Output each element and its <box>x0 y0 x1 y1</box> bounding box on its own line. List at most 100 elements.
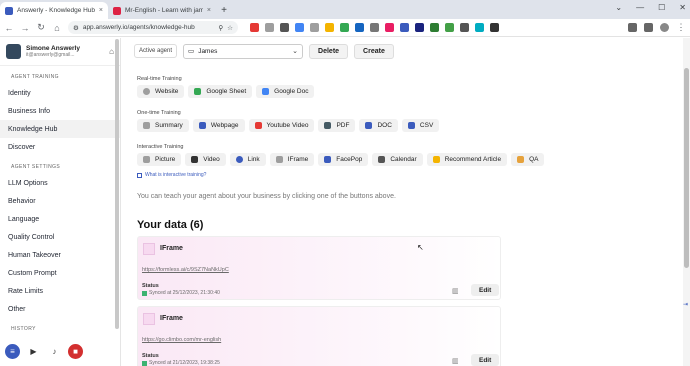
card-url[interactable]: https://go.climbo.com/mr-english <box>142 337 221 343</box>
extension-icon[interactable] <box>490 23 499 32</box>
new-tab-button[interactable]: + <box>216 2 232 19</box>
qa-button[interactable]: QA <box>511 153 545 166</box>
card-url[interactable]: https://formless.ai/c/9SZ7NaNkUpC <box>142 267 229 273</box>
scroll-thumb[interactable] <box>684 68 689 268</box>
link-button[interactable]: Link <box>229 153 266 166</box>
sidebar-item-discover[interactable]: Discover <box>0 138 120 156</box>
google-doc-button[interactable]: Google Doc <box>256 85 315 98</box>
extension-icon[interactable] <box>445 23 454 32</box>
maximize-icon[interactable]: ☐ <box>658 3 665 12</box>
extension-icon[interactable] <box>325 23 334 32</box>
extension-icon[interactable] <box>265 23 274 32</box>
picture-button[interactable]: Picture <box>137 153 182 166</box>
trash-icon[interactable]: ▥ <box>452 287 459 295</box>
bookmark-star-icon[interactable]: ☆ <box>227 24 233 32</box>
video-button[interactable]: Video <box>185 153 226 166</box>
trash-icon[interactable]: ▥ <box>452 357 459 365</box>
extension-icon[interactable] <box>460 23 469 32</box>
extension-icon[interactable] <box>310 23 319 32</box>
sidebar: Simone Answerly it@answerly@gmail... ⌂ A… <box>0 38 121 366</box>
window-controls: ⌄ — ☐ ✕ <box>615 3 686 12</box>
sidebar-item-human-takeover[interactable]: Human Takeover <box>0 246 120 264</box>
sidebar-item-identity[interactable]: Identity <box>0 84 120 102</box>
website-button[interactable]: Website <box>137 85 185 98</box>
close-tab-icon[interactable]: × <box>207 7 211 14</box>
sidebar-item-business-info[interactable]: Business Info <box>0 102 120 120</box>
iframe-button[interactable]: IFrame <box>269 153 315 166</box>
create-button[interactable]: Create <box>354 43 394 59</box>
what-is-interactive-training-link[interactable]: What is interactive training? <box>137 172 206 178</box>
webpage-icon <box>198 122 206 129</box>
webpage-button[interactable]: Webpage <box>192 119 245 132</box>
extension-icon[interactable] <box>280 23 289 32</box>
tab-search-icon[interactable]: ⌄ <box>615 3 622 12</box>
sidebar-scrollbar[interactable] <box>115 39 119 329</box>
address-bar[interactable]: ⚙ app.answerly.io/agents/knowledge-hub ⚲… <box>68 21 238 34</box>
edit-button[interactable]: Edit <box>471 284 500 296</box>
record-stop-icon[interactable]: ■ <box>68 344 83 359</box>
sidebar-item-quality-control[interactable]: Quality Control <box>0 228 120 246</box>
microphone-icon[interactable]: ♪ <box>47 344 62 359</box>
profile-avatar-icon[interactable] <box>660 23 669 32</box>
extension-icon[interactable] <box>250 23 259 32</box>
extension-icon[interactable] <box>400 23 409 32</box>
home-icon[interactable]: ⌂ <box>52 23 62 33</box>
sidebar-item-knowledge-hub[interactable]: Knowledge Hub <box>0 120 120 138</box>
back-icon[interactable]: ← <box>4 23 14 33</box>
section-history: HISTORY <box>11 326 36 332</box>
user-profile[interactable]: Simone Answerly it@answerly@gmail... ⌂ <box>0 38 120 66</box>
delete-button[interactable]: Delete <box>309 43 349 59</box>
close-tab-icon[interactable]: × <box>99 7 103 14</box>
sidebar-item-llm-options[interactable]: LLM Options <box>0 174 120 192</box>
extension-icon[interactable] <box>385 23 394 32</box>
sidebar-item-custom-prompt[interactable]: Custom Prompt <box>0 264 120 282</box>
link-icon <box>235 156 243 163</box>
extension-icon[interactable] <box>415 23 424 32</box>
check-icon <box>142 290 147 296</box>
extension-icon[interactable] <box>340 23 349 32</box>
side-panel-toggle-icon[interactable]: ⇥ <box>683 301 690 308</box>
close-window-icon[interactable]: ✕ <box>679 3 686 12</box>
site-info-icon[interactable]: ⚙ <box>73 24 79 32</box>
zoom-icon[interactable]: ⚲ <box>218 24 223 32</box>
extension-icon[interactable] <box>475 23 484 32</box>
edit-button[interactable]: Edit <box>471 354 500 366</box>
google-sheet-button[interactable]: Google Sheet <box>188 85 253 98</box>
chat-widget-icon[interactable]: ≡ <box>5 344 20 359</box>
browser-menu-icon[interactable]: ⋮ <box>676 22 686 33</box>
side-panel-icon[interactable] <box>628 23 637 32</box>
chip-label: Video <box>203 156 220 163</box>
doc-button[interactable]: DOC <box>359 119 398 132</box>
facepop-button[interactable]: FacePop <box>318 153 369 166</box>
link-text: What is interactive training? <box>145 172 207 178</box>
download-icon[interactable] <box>644 23 653 32</box>
chip-label: Youtube Video <box>266 122 309 129</box>
agent-avatar-icon: ▭ <box>188 48 195 55</box>
sidebar-item-other[interactable]: Other <box>0 300 120 318</box>
onetime-training-group: One-time Training Summary Webpage Youtub… <box>137 110 440 132</box>
csv-button[interactable]: CSV <box>401 119 440 132</box>
sidebar-item-language[interactable]: Language <box>0 210 120 228</box>
extension-icon[interactable] <box>430 23 439 32</box>
card-title: IFrame <box>160 245 183 252</box>
tab-mr-english[interactable]: Mr-English - Learn with james × <box>108 2 216 19</box>
video-camera-icon[interactable]: ▶ <box>26 344 41 359</box>
youtube-video-button[interactable]: Youtube Video <box>248 119 315 132</box>
sidebar-item-behavior[interactable]: Behavior <box>0 192 120 210</box>
forward-icon[interactable]: → <box>20 23 30 33</box>
main-scrollbar[interactable] <box>683 38 690 366</box>
tab-knowledge-hub[interactable]: Answerly - Knowledge Hub × <box>0 2 108 19</box>
calendar-button[interactable]: Calendar <box>372 153 423 166</box>
summary-button[interactable]: Summary <box>137 119 189 132</box>
sidebar-item-rate-limits[interactable]: Rate Limits <box>0 282 120 300</box>
extension-icon[interactable] <box>355 23 364 32</box>
reload-icon[interactable]: ↻ <box>36 22 46 33</box>
answerly-icon <box>5 6 13 15</box>
minimize-icon[interactable]: — <box>636 3 644 12</box>
extension-icon[interactable] <box>295 23 304 32</box>
extension-icon[interactable] <box>370 23 379 32</box>
recommend-article-button[interactable]: Recommend Article <box>426 153 508 166</box>
agent-select[interactable]: ▭ James ⌄ <box>183 43 304 59</box>
home-icon[interactable]: ⌂ <box>109 47 114 56</box>
pdf-button[interactable]: PDF <box>318 119 356 132</box>
